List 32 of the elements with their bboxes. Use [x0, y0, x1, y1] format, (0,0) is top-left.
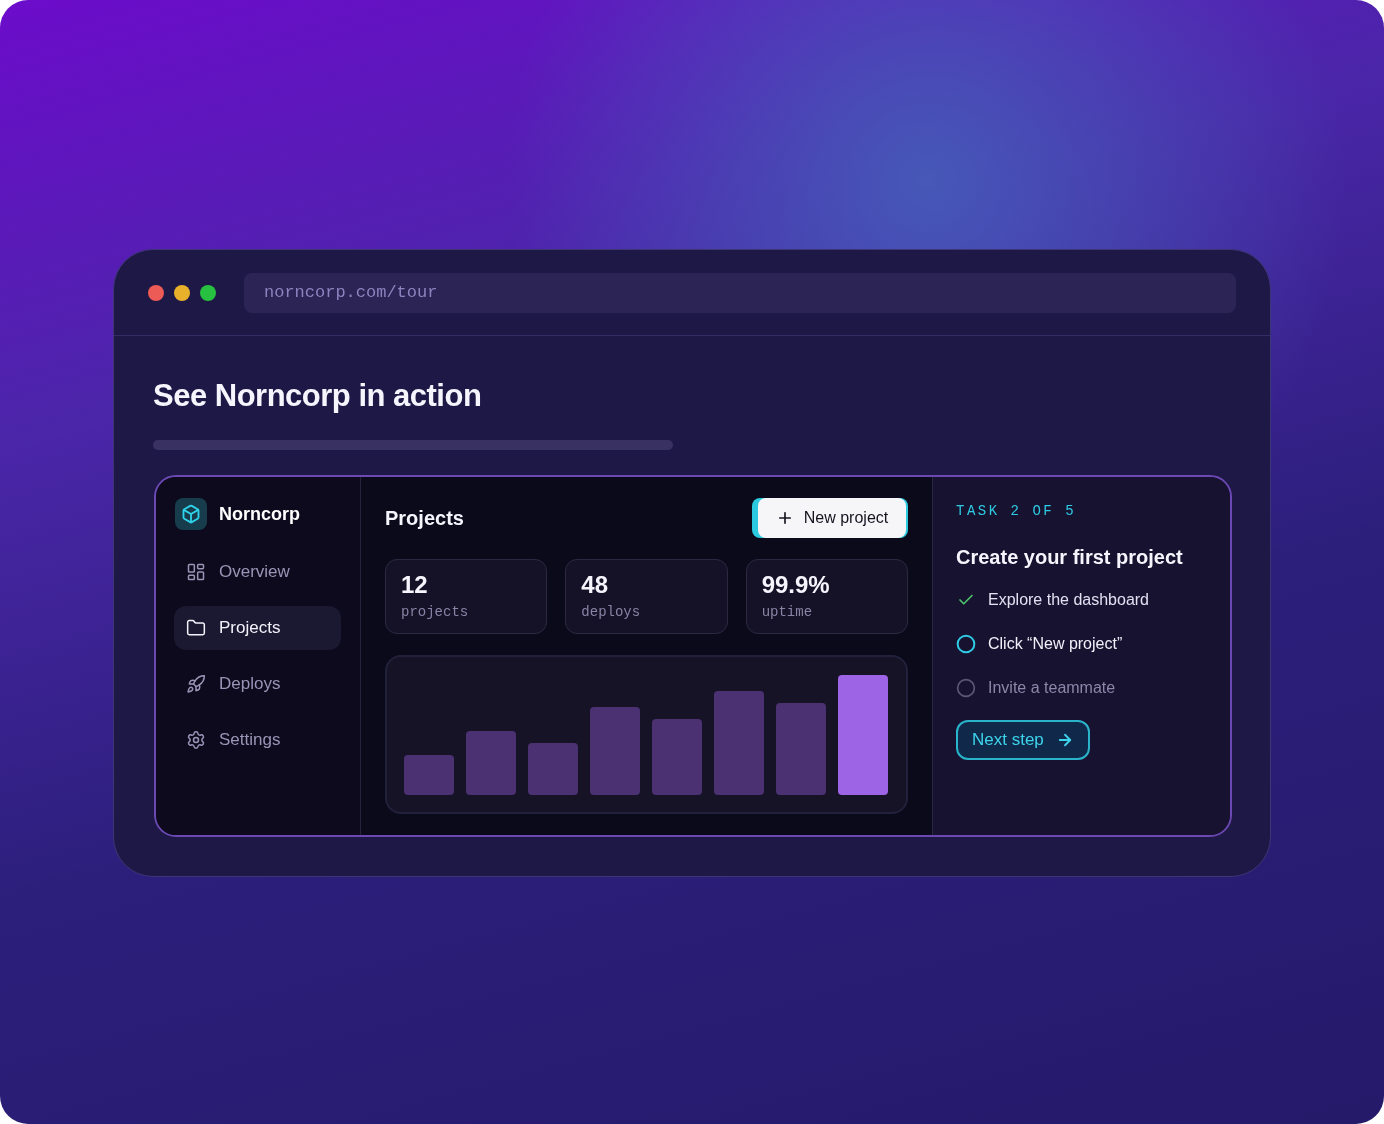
settings-icon — [186, 730, 206, 750]
dashboard-icon — [186, 562, 206, 582]
stat-value: 48 — [581, 570, 609, 600]
rocket-icon — [186, 674, 206, 694]
sidebar-item[interactable]: Projects — [174, 606, 341, 650]
sidebar-item[interactable]: Deploys — [174, 662, 341, 706]
next-step-button[interactable]: Next step — [956, 720, 1090, 760]
stat-label: projects — [401, 603, 469, 621]
close-window-icon[interactable] — [148, 284, 164, 301]
task-label: Explore the dashboard — [988, 590, 1149, 610]
page-heading: See Norncorp in action — [153, 377, 482, 415]
stat-label: deploys — [581, 603, 641, 621]
minimize-window-icon[interactable] — [174, 284, 190, 301]
stat-label: uptime — [761, 603, 813, 621]
chart-bar — [466, 731, 516, 795]
folder-icon — [186, 618, 206, 638]
stat-value: 12 — [401, 570, 428, 600]
task-counter: TASK 2 OF 5 — [956, 502, 1077, 520]
task-label: Invite a teammate — [988, 678, 1116, 698]
cube-icon — [175, 498, 207, 530]
address-bar[interactable]: norncorp.com/tour — [244, 272, 1236, 313]
section-title: Projects — [385, 506, 464, 531]
chart-bar — [528, 743, 578, 795]
chart-bar — [404, 755, 454, 795]
brand-name: Norncorp — [219, 502, 300, 526]
task-label: Click “New project” — [988, 634, 1123, 654]
sidebar-item[interactable]: Settings — [174, 718, 341, 762]
stat-value: 99.9% — [761, 570, 830, 600]
sidebar-item[interactable]: Overview — [174, 550, 341, 594]
task-title: Create your first project — [956, 545, 1183, 570]
new-project-button[interactable]: New project — [752, 498, 908, 538]
zoom-window-icon[interactable] — [200, 284, 216, 301]
